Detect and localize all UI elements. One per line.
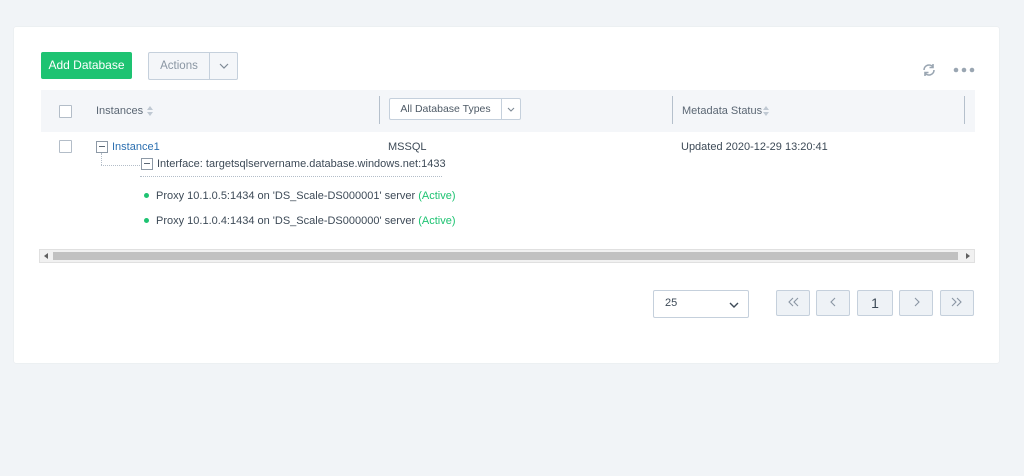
more-icon[interactable] [952,65,976,75]
horizontal-scrollbar[interactable] [39,249,975,263]
proxy-status: (Active) [418,215,456,227]
instance-name-link[interactable]: Instance1 [112,140,160,154]
prev-page-icon [829,297,837,310]
column-divider[interactable] [672,96,673,124]
sort-icon[interactable] [762,105,770,117]
column-divider[interactable] [379,96,380,124]
sort-icon[interactable] [146,105,154,117]
status-dot [144,218,149,223]
database-type-filter-label: All Database Types [390,99,502,119]
instances-header: Instances [96,105,144,117]
scroll-left-icon[interactable] [40,250,52,262]
metadata-status: Updated 2020-12-29 13:20:41 [681,141,828,153]
proxy-status: (Active) [418,190,456,202]
interface-label: Interface: targetsqlservername.database.… [157,158,446,170]
tree-connector [101,153,102,165]
proxy-item: Proxy 10.1.0.5:1434 on 'DS_Scale-DS00000… [156,189,456,203]
row-checkbox[interactable] [59,140,72,153]
last-page-button[interactable] [940,290,974,316]
scrollbar-thumb[interactable] [53,252,958,260]
scroll-right-icon[interactable] [962,250,974,262]
prev-page-button[interactable] [816,290,850,316]
database-type-filter[interactable]: All Database Types [389,98,521,120]
actions-label: Actions [149,53,210,79]
column-divider[interactable] [964,96,965,124]
collapse-instance-toggle[interactable] [96,141,108,153]
table-header: Instances All Database Types Metadata St… [41,90,975,132]
proxy-text: Proxy 10.1.0.4:1434 on 'DS_Scale-DS00000… [156,215,416,227]
last-page-icon [951,297,963,310]
page-size-value: 25 [665,297,678,309]
chevron-down-icon [729,300,739,308]
first-page-icon [787,297,799,310]
proxy-text: Proxy 10.1.0.5:1434 on 'DS_Scale-DS00000… [156,190,416,202]
chevron-down-icon [502,99,520,119]
add-database-button[interactable]: Add Database [41,52,132,79]
tree-connector [101,165,140,166]
current-page-number: 1 [871,295,879,311]
first-page-button[interactable] [776,290,810,316]
status-dot [144,193,149,198]
refresh-icon[interactable] [920,61,938,79]
metadata-status-header: Metadata Status [682,105,763,117]
proxy-item: Proxy 10.1.0.4:1434 on 'DS_Scale-DS00000… [156,214,456,228]
collapse-interface-toggle[interactable] [141,158,153,170]
actions-dropdown[interactable]: Actions [148,52,238,80]
database-type: MSSQL [388,141,427,153]
databases-card: Add Database Actions Instances All Datab… [14,27,999,363]
next-page-icon [913,297,920,310]
page-size-select[interactable]: 25 [653,290,749,318]
chevron-down-icon [210,53,237,79]
select-all-checkbox[interactable] [59,105,72,118]
next-page-button[interactable] [899,290,933,316]
current-page-button[interactable]: 1 [857,290,893,316]
interface-underline [140,176,442,177]
